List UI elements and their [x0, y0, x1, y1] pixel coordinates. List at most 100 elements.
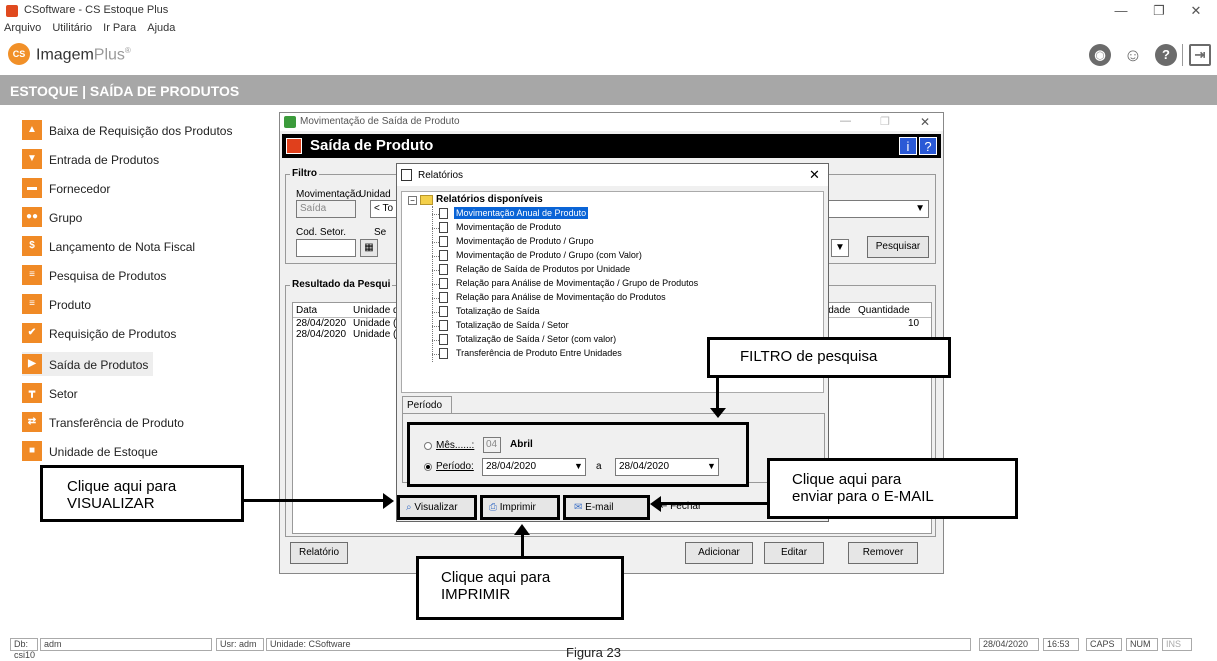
sidebar-item-saida-produtos[interactable]: ▶ Saída de Produtos — [22, 353, 262, 375]
table-row-0-qty[interactable]: 10 — [908, 318, 919, 329]
status-db: Db: csi10 — [10, 638, 38, 660]
mes-radio[interactable] — [424, 442, 432, 450]
section-bar: ESTOQUE | SAÍDA DE PRODUTOS — [0, 75, 1217, 105]
sidebar-item-entrada-produtos[interactable]: ▼ Entrada de Produtos — [22, 148, 262, 170]
periodo-radio[interactable] — [424, 463, 432, 471]
maximize-button[interactable]: ❐ — [1144, 2, 1174, 20]
table-row-1-data[interactable]: 28/04/2020 — [296, 329, 346, 340]
report-item-10[interactable]: Transferência de Produto Entre Unidades — [454, 347, 624, 359]
info-icon[interactable]: i — [899, 137, 917, 155]
minimize-button[interactable]: — — [1106, 2, 1136, 20]
report-item-7[interactable]: Totalização de Saída — [454, 305, 542, 317]
date-to-input[interactable]: 28/04/2020 — [615, 458, 719, 476]
sidebar-item-fornecedor[interactable]: ▬ Fornecedor — [22, 177, 262, 199]
help-icon[interactable]: ? — [919, 137, 937, 155]
user-icon[interactable]: ☺ — [1122, 44, 1144, 66]
minimize-button[interactable]: — — [840, 115, 851, 127]
document-icon — [439, 334, 448, 345]
transfer-icon: ⇄ — [22, 412, 42, 432]
periodo-label: Período: — [436, 461, 474, 472]
column-header-unidade[interactable]: Unidade d — [353, 305, 399, 316]
column-header-data[interactable]: Data — [296, 305, 317, 316]
folder-icon — [420, 195, 433, 205]
email-button[interactable]: ✉ E-mail — [563, 495, 650, 520]
group-icon: ●● — [22, 207, 42, 227]
column-header-unidade-2[interactable]: idade — [826, 305, 850, 316]
window-header: Saída de Produto i ? — [282, 134, 941, 158]
sidebar-item-produto[interactable]: ≡ Produto — [22, 293, 262, 315]
report-item-0[interactable]: Movimentação Anual de Produto — [454, 207, 589, 219]
dialog-close-button[interactable]: ✕ — [809, 167, 820, 183]
calendar-icon[interactable]: ▦ — [360, 239, 378, 257]
close-button[interactable]: ✕ — [920, 115, 930, 129]
status-usr: Usr: adm — [216, 638, 264, 651]
tree-root-label[interactable]: Relatórios disponíveis — [436, 194, 543, 205]
units-icon: ■ — [22, 441, 42, 461]
globe-icon[interactable]: ◉ — [1089, 44, 1111, 66]
column-header-quantidade[interactable]: Quantidade — [858, 305, 910, 316]
adicionar-button[interactable]: Adicionar — [685, 542, 753, 564]
tab-periodo[interactable]: Período — [402, 396, 452, 414]
setor-label: Se — [374, 227, 387, 238]
mes-label: Mês......: — [436, 440, 475, 451]
table-row-0-unidade[interactable]: Unidade ( — [353, 318, 396, 329]
exit-icon[interactable]: ⇥ — [1189, 44, 1211, 66]
menu-ajuda[interactable]: Ajuda — [147, 22, 175, 34]
sidebar-item-transferencia[interactable]: ⇄ Transferência de Produto — [22, 411, 262, 433]
document-icon — [439, 292, 448, 303]
sidebar-item-nota-fiscal[interactable]: $ Lançamento de Nota Fiscal — [22, 235, 262, 257]
document-icon — [439, 264, 448, 275]
table-row-1-unidade[interactable]: Unidade ( — [353, 329, 396, 340]
setor-dropdown-arrow[interactable]: ▼ — [831, 239, 849, 257]
report-item-3[interactable]: Movimentação de Produto / Grupo (com Val… — [454, 249, 644, 261]
report-item-1[interactable]: Movimentação de Produto — [454, 221, 563, 233]
sidebar-item-baixa-requisicao[interactable]: ▲ Baixa de Requisição dos Produtos — [22, 119, 262, 141]
movimentacao-label: Movimentação — [296, 189, 362, 200]
maximize-button[interactable]: ❐ — [880, 115, 890, 128]
date-from-dropdown[interactable]: ▼ — [574, 461, 583, 471]
report-item-5[interactable]: Relação para Análise de Movimentação / G… — [454, 277, 700, 289]
report-item-8[interactable]: Totalização de Saída / Setor — [454, 319, 571, 331]
help-icon[interactable]: ? — [1155, 44, 1177, 66]
annotation-filtro: FILTRO de pesquisa — [707, 337, 951, 378]
mes-input[interactable]: 04 — [483, 437, 501, 453]
close-button[interactable]: ✕ — [1181, 2, 1211, 20]
visualizar-button[interactable]: ⌕ Visualizar — [397, 495, 477, 520]
menu-bar: Arquivo Utilitário Ir Para Ajuda — [0, 22, 179, 36]
arrow-imprimir-head — [514, 524, 530, 535]
table-row-0-data[interactable]: 28/04/2020 — [296, 318, 346, 329]
editar-button[interactable]: Editar — [764, 542, 824, 564]
report-item-4[interactable]: Relação de Saída de Produtos por Unidade — [454, 263, 632, 275]
arrow-visualizar — [244, 499, 386, 502]
checklist-icon: ✔ — [22, 323, 42, 343]
relatorio-button[interactable]: Relatório — [290, 542, 348, 564]
app-window-icon — [284, 116, 296, 128]
document-icon — [439, 348, 448, 359]
sidebar-item-pesquisa-produtos[interactable]: ≡ Pesquisa de Produtos — [22, 264, 262, 286]
date-from-input[interactable]: 28/04/2020 — [482, 458, 586, 476]
date-to-dropdown[interactable]: ▼ — [707, 461, 716, 471]
search-button[interactable]: Pesquisar — [867, 236, 929, 258]
unidade-dropdown-arrow[interactable]: ▼ — [826, 200, 929, 218]
document-icon — [439, 236, 448, 247]
sidebar-item-setor[interactable]: ┳ Setor — [22, 382, 262, 404]
report-item-2[interactable]: Movimentação de Produto / Grupo — [454, 235, 596, 247]
sidebar-item-grupo[interactable]: ●● Grupo — [22, 206, 262, 228]
status-date: 28/04/2020 — [979, 638, 1039, 651]
menu-utilitario[interactable]: Utilitário — [52, 22, 92, 34]
toolbar-divider — [1182, 44, 1183, 66]
collapse-icon[interactable]: − — [408, 196, 417, 205]
imprimir-button[interactable]: ⎙ Imprimir — [480, 495, 560, 520]
sidebar-item-unidade-estoque[interactable]: ■ Unidade de Estoque — [22, 440, 262, 462]
sidebar-item-requisicao-produtos[interactable]: ✔ Requisição de Produtos — [22, 322, 262, 344]
title-bar: CSoftware - CS Estoque Plus — ❐ ✕ — [0, 0, 1217, 22]
cod-setor-input[interactable] — [296, 239, 356, 257]
arrow-imprimir — [521, 532, 524, 556]
remover-button[interactable]: Remover — [848, 542, 918, 564]
report-item-6[interactable]: Relação para Análise de Movimentação do … — [454, 291, 668, 303]
report-item-9[interactable]: Totalização de Saída / Setor (com valor) — [454, 333, 618, 345]
menu-arquivo[interactable]: Arquivo — [4, 22, 41, 34]
menu-ir-para[interactable]: Ir Para — [103, 22, 136, 34]
money-icon: $ — [22, 236, 42, 256]
unidade-label: Unidad — [359, 189, 391, 200]
